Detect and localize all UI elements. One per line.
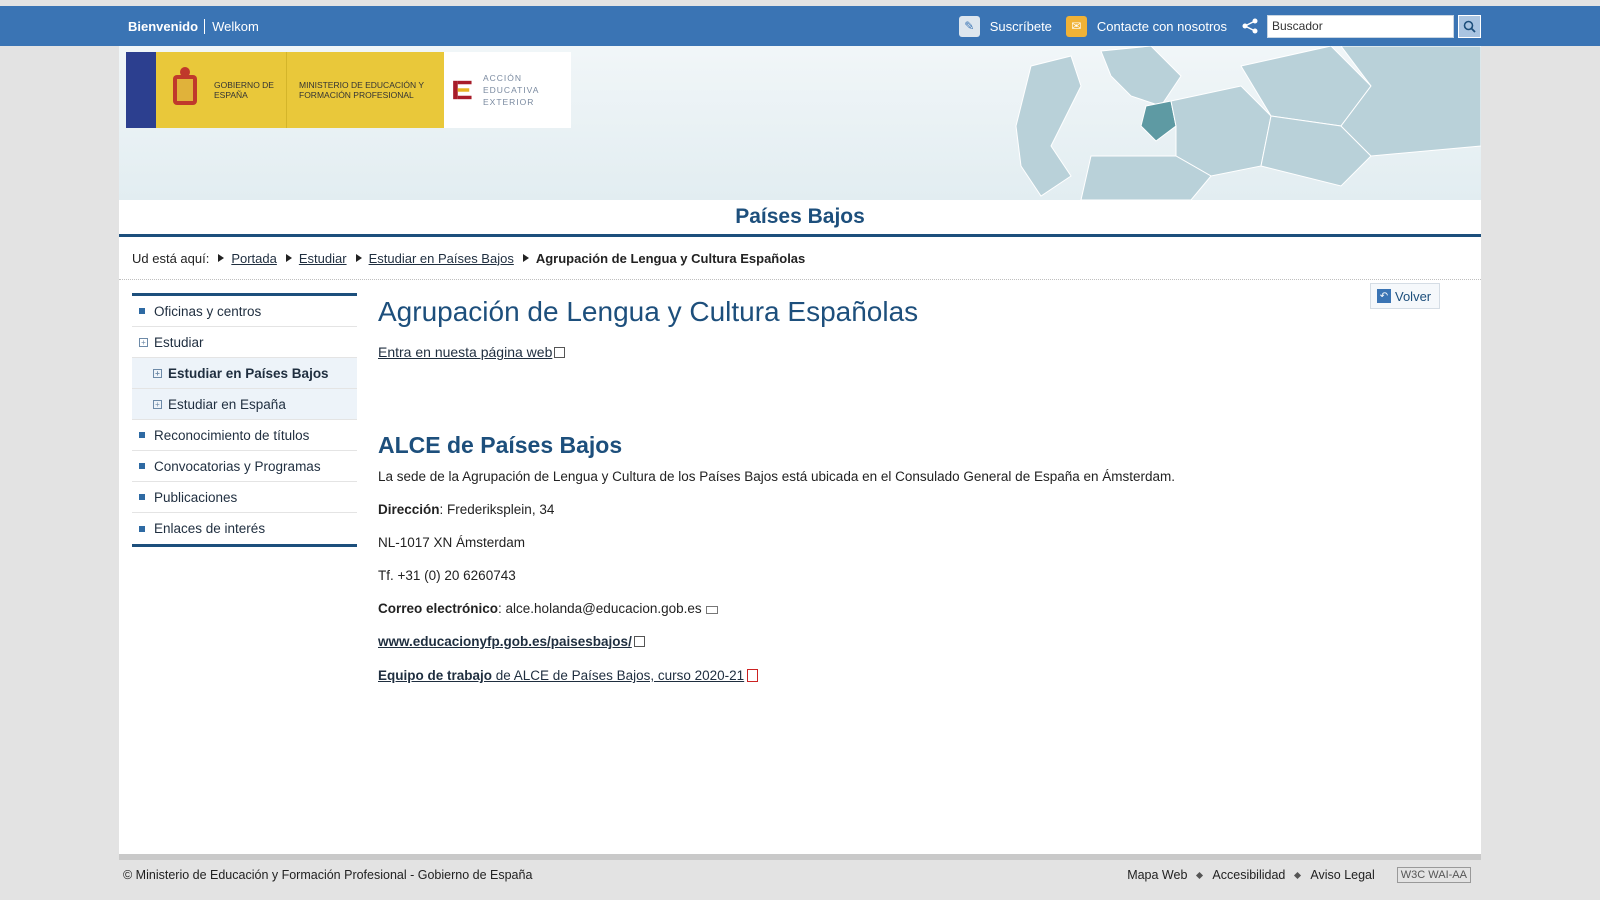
team-line: Equipo de trabajo de ALCE de Países Bajo… <box>378 667 1458 684</box>
bullet-icon <box>139 432 145 438</box>
sidebar-item-reconocimiento[interactable]: Reconocimiento de títulos <box>132 420 357 451</box>
breadcrumb-arrow-icon <box>285 254 292 262</box>
lang-spanish[interactable]: Bienvenido <box>128 18 206 34</box>
sidebar-item-publicaciones[interactable]: Publicaciones <box>132 482 357 513</box>
team-link-rest: de ALCE de Países Bajos, curso 2020-21 <box>492 668 745 683</box>
header-banner: Gobierno de España Ministerio de Educaci… <box>119 46 1481 200</box>
coat-of-arms-icon <box>156 52 214 128</box>
breadcrumb-arrow-icon <box>218 254 225 262</box>
phone-line: Tf. +31 (0) 20 6260743 <box>378 568 516 583</box>
breadcrumb-arrow-icon <box>522 254 529 262</box>
intro-text: La sede de la Agrupación de Lengua y Cul… <box>378 469 1176 484</box>
address-line: Dirección: Frederiksplein, 34 <box>378 502 1458 518</box>
envelope-icon <box>705 606 718 614</box>
subscribe-label: Suscríbete <box>989 18 1052 34</box>
bullet-icon <box>139 308 145 314</box>
sidebar-item-convocatorias[interactable]: Convocatorias y Programas <box>132 451 357 482</box>
pdf-icon <box>747 669 759 682</box>
government-logo[interactable]: Gobierno de España Ministerio de Educaci… <box>126 52 444 128</box>
sidebar-item-estudiar-espana[interactable]: + Estudiar en España <box>132 389 357 420</box>
contact-label: Contacte con nosotros <box>1096 18 1227 34</box>
footer-link-aviso-legal[interactable]: Aviso Legal <box>1310 868 1374 882</box>
europe-map-image <box>1015 46 1481 200</box>
bullet-icon <box>139 494 145 500</box>
breadcrumb-estudiar[interactable]: Estudiar <box>299 251 347 266</box>
sidebar-item-estudiar[interactable]: + Estudiar <box>132 327 357 358</box>
external-link-icon <box>554 347 566 358</box>
sidebar-nav: Oficinas y centros + Estudiar + Estudiar… <box>132 293 357 547</box>
city-line: NL-1017 XN Ámsterdam <box>378 535 526 550</box>
sidebar-item-label: Publicaciones <box>154 489 238 505</box>
top-bar-inner: Bienvenido Welkom ✎ Suscríbete ✉ Contact… <box>119 6 1481 46</box>
contact-link[interactable]: ✉ Contacte con nosotros <box>1065 15 1227 37</box>
aee-text: Acción Educativa Exterior <box>482 73 539 107</box>
main-content: Agrupación de Lengua y Cultura Españolas… <box>378 292 1458 684</box>
sidebar-item-enlaces[interactable]: Enlaces de interés <box>132 513 357 544</box>
web-link-label: Entra en nuesta página web <box>378 344 553 360</box>
sidebar-item-estudiar-paises-bajos[interactable]: + Estudiar en Países Bajos <box>132 358 357 389</box>
breadcrumb-portada[interactable]: Portada <box>231 251 277 266</box>
flag-emblem <box>126 52 156 128</box>
page-container: Gobierno de España Ministerio de Educaci… <box>119 46 1481 854</box>
footer-links: Mapa Web Accesibilidad Aviso Legal W3C W… <box>1121 867 1481 883</box>
footer-link-mapa-web[interactable]: Mapa Web <box>1127 868 1187 882</box>
sidebar-item-oficinas[interactable]: Oficinas y centros <box>132 296 357 327</box>
top-tools: ✎ Suscríbete ✉ Contacte con nosotros <box>958 6 1481 46</box>
email-value[interactable]: : alce.holanda@educacion.gob.es <box>498 601 702 616</box>
sidebar-item-label: Enlaces de interés <box>154 521 266 536</box>
country-title: Países Bajos <box>735 205 865 228</box>
section-title: ALCE de Países Bajos <box>378 432 623 458</box>
site-line: www.educacionyfp.gob.es/paisesbajos/ <box>378 634 1458 650</box>
expand-icon: + <box>153 368 162 378</box>
email-line: Correo electrónico: alce.holanda@educaci… <box>378 601 1458 617</box>
breadcrumb-estudiar-paises-bajos[interactable]: Estudiar en Países Bajos <box>369 251 514 266</box>
bullet-icon <box>139 525 145 532</box>
sidebar-item-label: Estudiar <box>154 334 204 350</box>
expand-icon: + <box>139 337 148 347</box>
mail-icon: ✉ <box>1065 15 1087 37</box>
expand-icon: + <box>153 399 162 409</box>
edit-icon: ✎ <box>958 15 980 37</box>
sidebar-item-label: Convocatorias y Programas <box>154 458 321 474</box>
footer-divider <box>119 854 1481 860</box>
aee-mark-icon <box>453 80 472 100</box>
web-link[interactable]: Entra en nuesta página web <box>378 344 566 360</box>
sidebar-item-label: Oficinas y centros <box>154 303 262 319</box>
email-label: Correo electrónico <box>378 601 499 616</box>
top-bar: Bienvenido Welkom ✎ Suscríbete ✉ Contact… <box>0 6 1600 46</box>
breadcrumb-arrow-icon <box>355 254 362 262</box>
page-title: Agrupación de Lengua y Cultura Españolas <box>378 296 919 327</box>
w3c-wai-badge[interactable]: W3C WAI-AA <box>1396 867 1471 883</box>
address-value: : Frederiksplein, 34 <box>439 502 555 517</box>
diamond-separator-icon <box>1294 871 1302 879</box>
breadcrumb-current: Agrupación de Lengua y Cultura Españolas <box>535 250 806 266</box>
footer-link-accesibilidad[interactable]: Accesibilidad <box>1212 868 1285 882</box>
sidebar-item-label: Estudiar en Países Bajos <box>168 365 329 381</box>
breadcrumb: Ud está aquí: Portada Estudiar Estudiar … <box>119 237 1481 280</box>
share-icon[interactable] <box>1241 17 1259 35</box>
gov-text: Gobierno de España <box>214 80 274 100</box>
search-button[interactable] <box>1458 14 1481 38</box>
bullet-icon <box>139 463 145 469</box>
ministry-text: Ministerio de Educación y Formación Prof… <box>299 80 424 100</box>
address-label: Dirección <box>378 502 440 517</box>
sidebar-item-label: Reconocimiento de títulos <box>154 427 310 443</box>
lang-dutch[interactable]: Welkom <box>205 19 259 34</box>
team-link[interactable]: Equipo de trabajo de ALCE de Países Bajo… <box>378 668 744 683</box>
search-icon <box>1463 20 1476 33</box>
search-input[interactable] <box>1267 14 1454 38</box>
diamond-separator-icon <box>1196 871 1204 879</box>
external-link-icon <box>633 636 645 647</box>
team-link-bold: Equipo de trabajo <box>378 668 493 683</box>
footer-copyright: © Ministerio de Educación y Formación Pr… <box>123 868 533 882</box>
language-switcher: Bienvenido Welkom <box>119 18 259 34</box>
accion-educativa-logo[interactable]: Acción Educativa Exterior <box>444 52 571 128</box>
footer: © Ministerio de Educación y Formación Pr… <box>119 862 1481 888</box>
subscribe-link[interactable]: ✎ Suscríbete <box>958 15 1052 37</box>
country-bar: Países Bajos <box>119 200 1481 237</box>
sidebar-item-label: Estudiar en España <box>168 396 286 412</box>
breadcrumb-label: Ud está aquí: <box>132 250 210 266</box>
site-link[interactable]: www.educacionyfp.gob.es/paisesbajos/ <box>378 634 632 649</box>
